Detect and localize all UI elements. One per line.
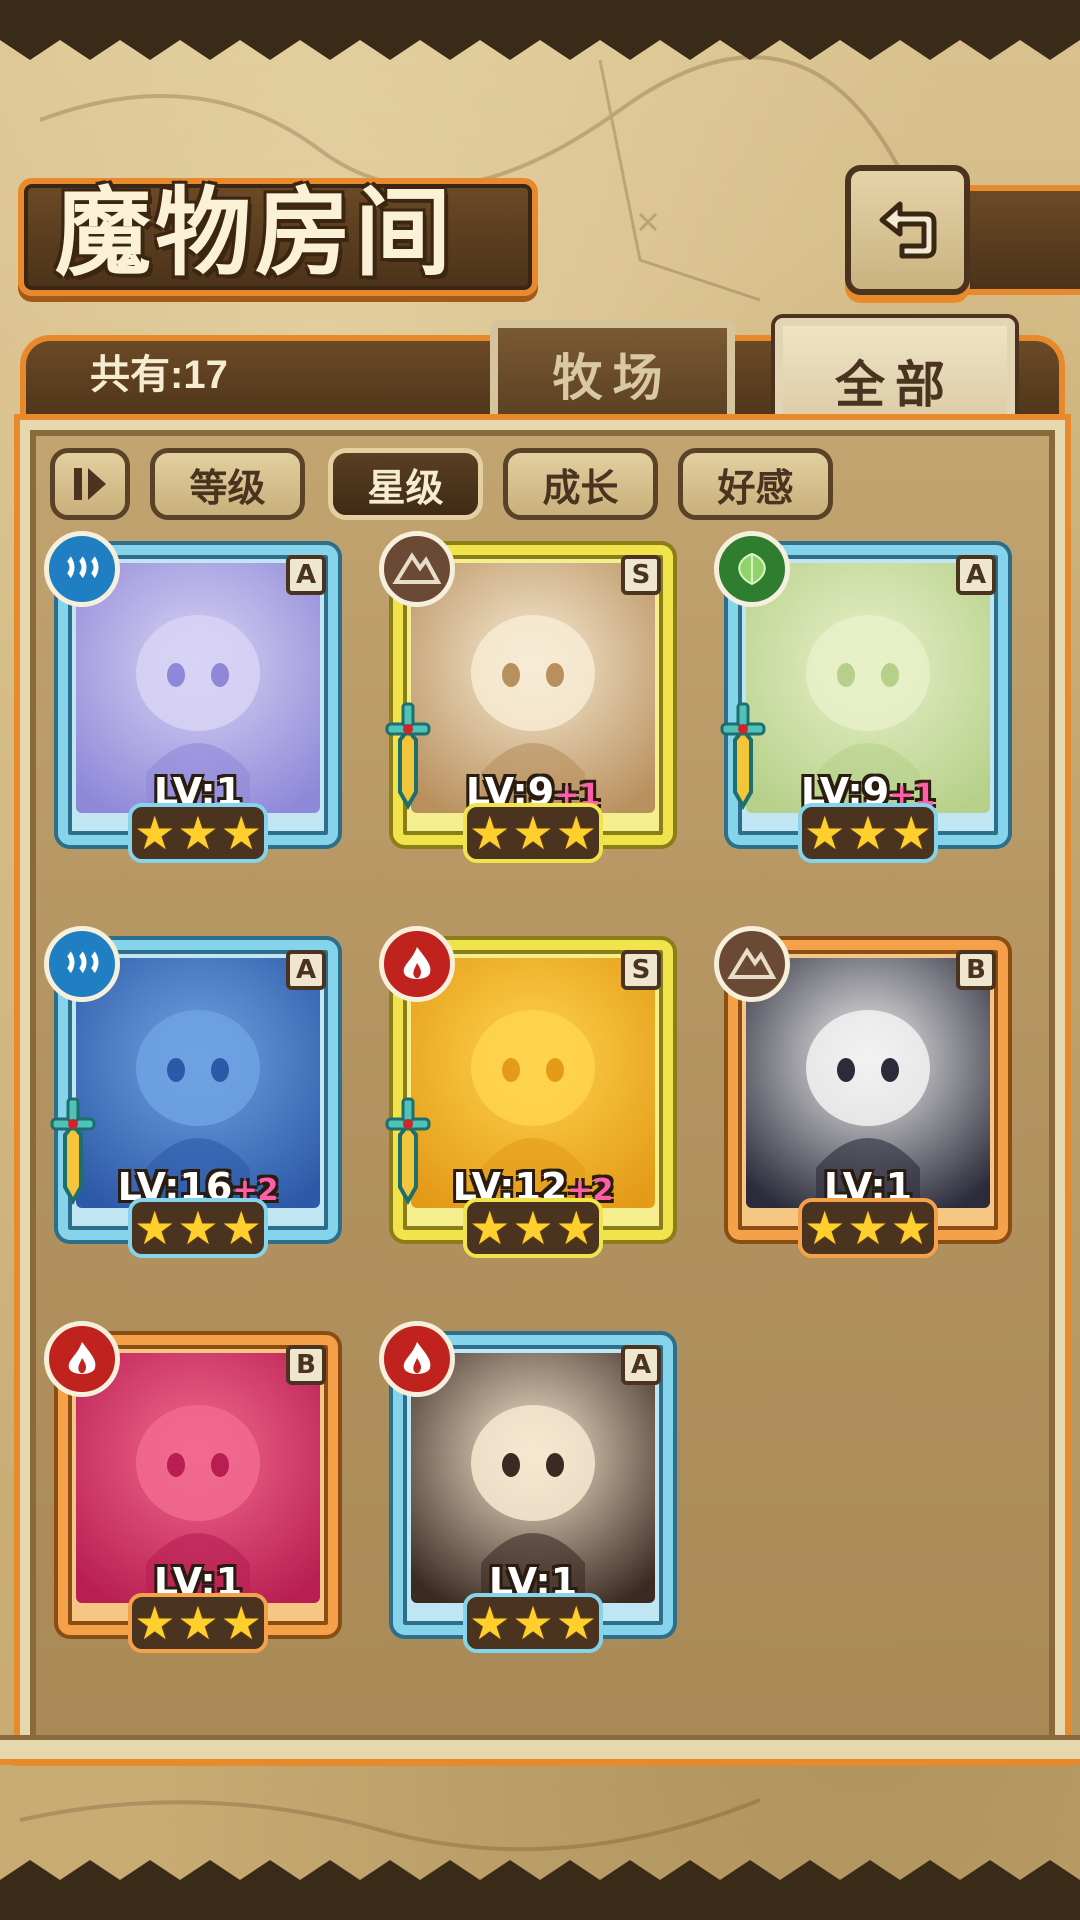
monster-card[interactable]: A LV:1 ★ ★ ★ — [44, 531, 348, 863]
star-icon: ★ — [134, 806, 176, 860]
earth-element-icon — [714, 926, 790, 1002]
pause-sort-icon — [74, 468, 106, 500]
star-icon: ★ — [177, 1596, 219, 1650]
star-rating: ★ ★ ★ — [128, 803, 268, 863]
monster-count: 共有:17 — [90, 353, 228, 397]
tab-pasture[interactable]: 牧场 — [490, 320, 735, 420]
star-icon: ★ — [890, 1201, 932, 1255]
wood-element-icon — [714, 531, 790, 607]
fire-element-icon — [44, 1321, 120, 1397]
fire-element-icon — [379, 926, 455, 1002]
monster-card[interactable]: B LV:1 ★ ★ ★ — [44, 1321, 348, 1653]
star-icon: ★ — [134, 1596, 176, 1650]
star-icon: ★ — [220, 1596, 262, 1650]
rank-badge: A — [286, 950, 326, 990]
filter-level-button[interactable]: 等级 — [150, 448, 305, 520]
sort-order-toggle[interactable] — [50, 448, 130, 520]
star-rating: ★ ★ ★ — [128, 1198, 268, 1258]
filter-affection-button[interactable]: 好感 — [678, 448, 833, 520]
star-icon: ★ — [220, 806, 262, 860]
star-icon: ★ — [847, 806, 889, 860]
rank-badge: A — [956, 555, 996, 595]
monster-card[interactable]: S LV:9+1 ★ ★ ★ — [379, 531, 683, 863]
page-title: 魔物房间 — [55, 176, 455, 289]
star-icon: ★ — [177, 806, 219, 860]
star-rating: ★ ★ ★ — [463, 1593, 603, 1653]
star-rating: ★ ★ ★ — [463, 803, 603, 863]
star-icon: ★ — [512, 1596, 554, 1650]
monster-card[interactable]: B LV:1 ★ ★ ★ — [714, 926, 1018, 1258]
monster-card[interactable]: A LV:9+1 ★ ★ ★ — [714, 531, 1018, 863]
back-button[interactable] — [845, 165, 970, 295]
star-icon: ★ — [555, 1201, 597, 1255]
rank-badge: B — [956, 950, 996, 990]
star-icon: ★ — [847, 1201, 889, 1255]
filter-star-button[interactable]: 星级 — [328, 448, 483, 520]
star-icon: ★ — [555, 1596, 597, 1650]
rank-badge: S — [621, 950, 661, 990]
star-icon: ★ — [134, 1201, 176, 1255]
star-rating: ★ ★ ★ — [463, 1198, 603, 1258]
star-icon: ★ — [469, 806, 511, 860]
water-element-icon — [44, 926, 120, 1002]
earth-element-icon — [379, 531, 455, 607]
star-rating: ★ ★ ★ — [128, 1593, 268, 1653]
monster-card[interactable]: A LV:1 ★ ★ ★ — [379, 1321, 683, 1653]
star-icon: ★ — [469, 1201, 511, 1255]
star-icon: ★ — [555, 806, 597, 860]
rank-badge: A — [286, 555, 326, 595]
jagged-bottom-border — [0, 1860, 1080, 1920]
star-icon: ★ — [890, 806, 932, 860]
back-arrow-icon — [879, 201, 936, 259]
rank-badge: B — [286, 1345, 326, 1385]
rank-badge: A — [621, 1345, 661, 1385]
back-button-tail — [960, 185, 1080, 295]
rank-badge: S — [621, 555, 661, 595]
fire-element-icon — [379, 1321, 455, 1397]
panel-bottom-bar — [0, 1735, 1080, 1765]
star-rating: ★ ★ ★ — [798, 803, 938, 863]
star-icon: ★ — [512, 1201, 554, 1255]
star-icon: ★ — [804, 1201, 846, 1255]
tab-all[interactable]: 全部 — [775, 318, 1015, 436]
filter-growth-button[interactable]: 成长 — [503, 448, 658, 520]
jagged-top-border — [0, 0, 1080, 60]
star-icon: ★ — [512, 806, 554, 860]
star-rating: ★ ★ ★ — [798, 1198, 938, 1258]
monster-card[interactable]: A LV:16+2 ★ ★ ★ — [44, 926, 348, 1258]
star-icon: ★ — [469, 1596, 511, 1650]
star-icon: ★ — [177, 1201, 219, 1255]
star-icon: ★ — [804, 806, 846, 860]
star-icon: ★ — [220, 1201, 262, 1255]
water-element-icon — [44, 531, 120, 607]
monster-card[interactable]: S LV:12+2 ★ ★ ★ — [379, 926, 683, 1258]
